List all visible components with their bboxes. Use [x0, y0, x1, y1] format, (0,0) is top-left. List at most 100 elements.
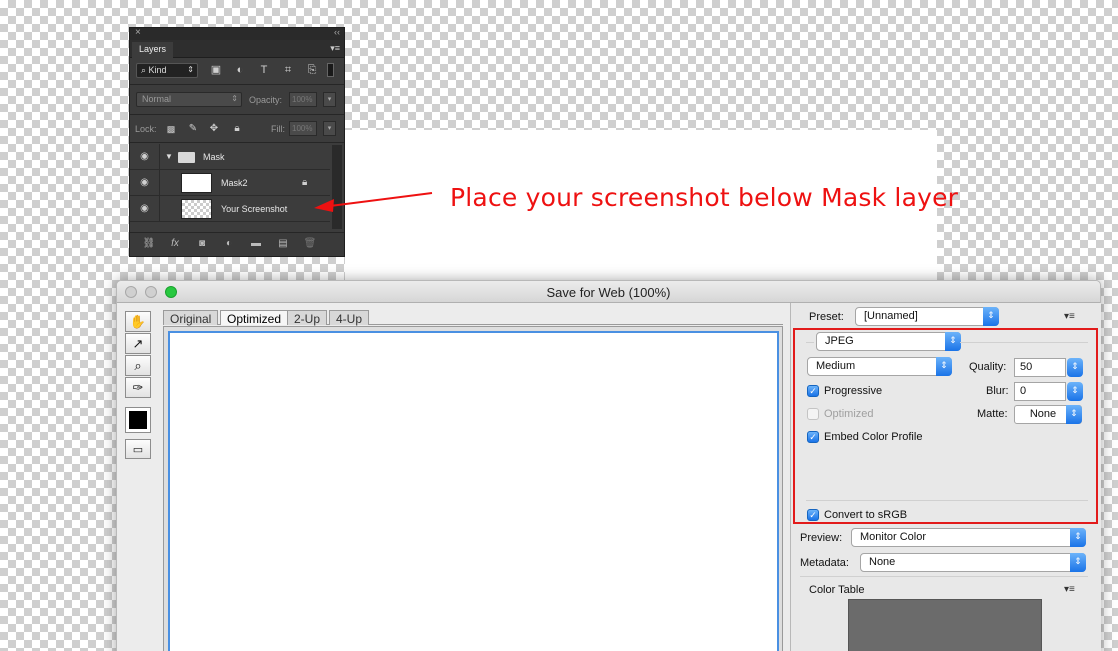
layer-name: Mask2 [221, 178, 248, 188]
preview-label: Preview: [800, 532, 843, 544]
embed-profile-label: Embed Color Profile [824, 431, 923, 443]
toggle-slices-icon[interactable]: ▭ [125, 439, 151, 459]
fill-label: Fill: [271, 124, 285, 134]
tab-layers[interactable]: Layers [132, 42, 174, 58]
embed-profile-checkbox[interactable]: ✓ [807, 431, 819, 443]
preview-value: Monitor Color [860, 531, 927, 543]
optimized-checkbox[interactable]: ✓ [807, 408, 819, 420]
blend-mode-select[interactable]: Normal ⇕ [136, 92, 242, 107]
metadata-select[interactable]: None ⇕ [860, 553, 1086, 572]
opacity-label: Opacity: [249, 95, 283, 105]
lock-position-icon[interactable]: ✥ [207, 122, 221, 136]
layer-thumbnail [181, 199, 212, 219]
preset-value: [Unnamed] [864, 310, 918, 322]
layers-panel: × ‹‹ Layers ▾≡ ⌕ Kind ⇕ ▣ ◐ T ⌗ ⎘ Normal… [129, 27, 345, 257]
kind-filter-label: Kind [148, 65, 167, 75]
opacity-dropdown-icon[interactable]: ▾ [323, 92, 336, 107]
eyedropper-tool-icon[interactable]: ✑ [125, 377, 151, 398]
tab-original[interactable]: Original [163, 310, 219, 326]
layers-bottom-toolbar: ⛓ fx ◙ ◐ ▬ ▤ 🗑︎ [130, 232, 344, 256]
tab-4-up[interactable]: 4-Up [329, 310, 370, 326]
settings-menu-icon[interactable]: ▾≡ [1064, 311, 1075, 322]
hand-tool-icon[interactable]: ✋ [125, 311, 151, 332]
tab-2-up[interactable]: 2-Up [287, 310, 328, 326]
fill-input[interactable]: 100% [289, 121, 317, 136]
new-group-icon[interactable]: ▬ [249, 238, 263, 250]
adjustment-filter-icon[interactable]: ◐ [233, 63, 247, 77]
opacity-input[interactable]: 100% [289, 92, 317, 107]
type-filter-icon[interactable]: T [257, 63, 271, 77]
lock-paint-icon[interactable]: ✎ [186, 122, 200, 136]
optimized-label: Optimized [824, 408, 874, 420]
chevron-updown-icon: ⇕ [1066, 405, 1082, 424]
chevron-updown-icon: ⇕ [936, 357, 952, 376]
lock-transparency-icon[interactable]: ▩ [164, 122, 178, 136]
blur-label: Blur: [986, 385, 1009, 397]
chevron-updown-icon: ⇕ [1070, 553, 1086, 572]
color-table-swatches [848, 599, 1042, 651]
preview-select[interactable]: Monitor Color ⇕ [851, 528, 1086, 547]
eye-icon[interactable]: ◉ [138, 177, 151, 189]
dialog-title: Save for Web (100%) [546, 285, 671, 300]
collapse-icon[interactable]: ‹‹ [334, 27, 340, 37]
preset-label: Preset: [809, 311, 844, 323]
annotation-text: Place your screenshot below Mask layer [450, 183, 959, 212]
fx-icon[interactable]: fx [168, 238, 182, 250]
panel-menu-icon[interactable]: ▾≡ [330, 43, 340, 54]
format-select[interactable]: JPEG ⇕ [816, 332, 961, 351]
layer-row-group[interactable]: ◉ ▼ Mask [130, 144, 330, 170]
divider [800, 576, 1088, 577]
layer-thumbnail [181, 173, 212, 193]
zoom-tool-icon[interactable]: ⌕ [125, 355, 151, 376]
quality-input[interactable]: 50 [1014, 358, 1066, 377]
quality-stepper[interactable]: ⇕ [1067, 358, 1083, 377]
adjustment-layer-icon[interactable]: ◐ [222, 238, 236, 250]
dialog-titlebar: Save for Web (100%) [117, 281, 1100, 303]
blend-row: Normal ⇕ Opacity: 100% ▾ [130, 86, 344, 112]
lock-row: Lock: ▩ ✎ ✥ 🔒︎ Fill: 100% ▾ [130, 116, 344, 142]
tab-optimized[interactable]: Optimized [220, 310, 289, 326]
optimized-preview-canvas[interactable] [168, 331, 779, 651]
layer-name: Mask [203, 152, 225, 162]
blend-mode-value: Normal [142, 94, 172, 104]
matte-label: Matte: [977, 408, 1008, 420]
preview-area [163, 326, 783, 651]
chevron-updown-icon: ⇕ [1070, 528, 1086, 547]
progressive-checkbox[interactable]: ✓ [807, 385, 819, 397]
blur-stepper[interactable]: ⇕ [1067, 382, 1083, 401]
view-tabs: Original Optimized 2-Up 4-Up [163, 309, 783, 326]
quality-label: Quality: [969, 361, 1007, 373]
quality-level-select[interactable]: Medium ⇕ [807, 357, 952, 376]
fill-dropdown-icon[interactable]: ▾ [323, 121, 336, 136]
metadata-label: Metadata: [800, 557, 849, 569]
add-mask-icon[interactable]: ◙ [195, 238, 209, 250]
chevron-updown-icon: ⇕ [983, 307, 999, 326]
preset-select[interactable]: [Unnamed] ⇕ [855, 307, 999, 326]
filter-toggle-icon[interactable] [327, 63, 334, 77]
matte-select[interactable]: None ⇕ [1014, 405, 1082, 424]
link-layers-icon[interactable]: ⛓ [142, 238, 156, 250]
chevron-updown-icon: ⇕ [945, 332, 961, 351]
annotation-arrow [314, 192, 433, 212]
new-layer-icon[interactable]: ▤ [276, 238, 290, 250]
blur-input[interactable]: 0 [1014, 382, 1066, 401]
divider [130, 114, 344, 115]
slice-select-tool-icon[interactable]: ↗ [125, 333, 151, 354]
search-icon: ⌕ [141, 65, 149, 75]
eye-icon[interactable]: ◉ [138, 151, 151, 163]
eye-icon[interactable]: ◉ [138, 203, 151, 215]
close-icon[interactable]: × [135, 27, 141, 38]
expand-triangle-icon[interactable]: ▼ [165, 152, 173, 161]
smart-object-filter-icon[interactable]: ⎘ [305, 63, 319, 77]
trash-icon[interactable]: 🗑︎ [303, 238, 317, 250]
eyedropper-color-swatch[interactable] [125, 407, 151, 433]
lock-all-icon[interactable]: 🔒︎ [230, 122, 244, 136]
convert-srgb-checkbox[interactable]: ✓ [807, 509, 819, 521]
shape-filter-icon[interactable]: ⌗ [281, 63, 295, 77]
kind-filter-select[interactable]: ⌕ Kind ⇕ [136, 63, 198, 78]
pixel-filter-icon[interactable]: ▣ [209, 63, 223, 77]
quality-level-value: Medium [816, 360, 856, 372]
folder-icon [178, 152, 195, 163]
matte-value: None [1029, 408, 1057, 420]
color-table-menu-icon[interactable]: ▾≡ [1064, 584, 1075, 595]
